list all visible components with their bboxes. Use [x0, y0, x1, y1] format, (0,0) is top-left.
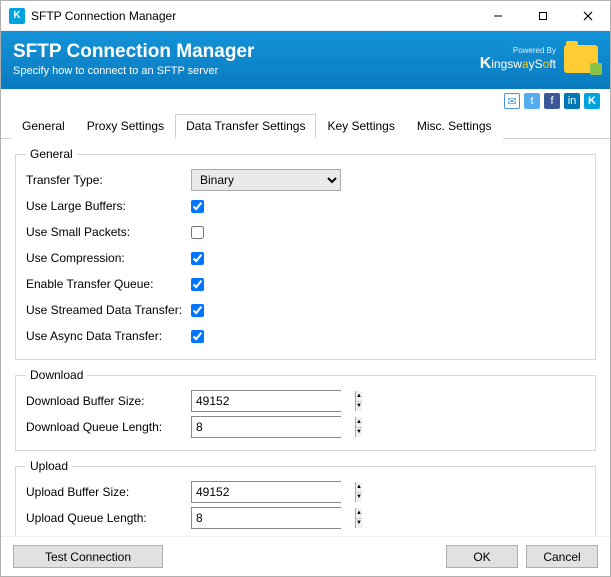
maximize-button[interactable]: [520, 1, 565, 31]
spin-down-icon[interactable]: ▼: [356, 428, 362, 438]
group-general: General Transfer Type: Binary Use Large …: [15, 147, 596, 360]
transfer-type-label: Transfer Type:: [26, 173, 191, 187]
tab-key-settings[interactable]: Key Settings: [316, 114, 405, 139]
group-download: Download Download Buffer Size: ▲▼ Downlo…: [15, 368, 596, 451]
upload-buffer-label: Upload Buffer Size:: [26, 485, 191, 499]
download-queue-input[interactable]: [192, 417, 355, 437]
group-upload-legend: Upload: [26, 459, 72, 473]
close-icon: [583, 11, 593, 21]
use-async-label: Use Async Data Transfer:: [26, 329, 191, 343]
twitter-icon[interactable]: t: [524, 93, 540, 109]
header-banner: SFTP Connection Manager Specify how to c…: [1, 31, 610, 89]
tab-proxy-settings[interactable]: Proxy Settings: [76, 114, 175, 139]
upload-buffer-stepper[interactable]: ▲▼: [191, 481, 341, 503]
tab-strip: General Proxy Settings Data Transfer Set…: [1, 113, 610, 139]
use-async-checkbox[interactable]: [191, 330, 204, 343]
tab-misc-settings[interactable]: Misc. Settings: [406, 114, 503, 139]
tab-data-transfer-settings[interactable]: Data Transfer Settings: [175, 114, 316, 139]
cancel-button[interactable]: Cancel: [526, 545, 598, 568]
linkedin-icon[interactable]: in: [564, 93, 580, 109]
transfer-type-select[interactable]: Binary: [191, 169, 341, 191]
dialog-window: K SFTP Connection Manager SFTP Connectio…: [0, 0, 611, 577]
use-streamed-checkbox[interactable]: [191, 304, 204, 317]
spin-up-icon[interactable]: ▲: [356, 417, 362, 428]
use-small-packets-checkbox[interactable]: [191, 226, 204, 239]
header-title: SFTP Connection Manager: [13, 41, 480, 63]
upload-queue-label: Upload Queue Length:: [26, 511, 191, 525]
download-buffer-stepper[interactable]: ▲▼: [191, 390, 341, 412]
enable-transfer-queue-checkbox[interactable]: [191, 278, 204, 291]
header-subtitle: Specify how to connect to an SFTP server: [13, 65, 480, 77]
kingswaysoft-icon[interactable]: K: [584, 93, 600, 109]
test-connection-button[interactable]: Test Connection: [13, 545, 163, 568]
close-button[interactable]: [565, 1, 610, 31]
group-general-legend: General: [26, 147, 77, 161]
group-upload: Upload Upload Buffer Size: ▲▼ Upload Que…: [15, 459, 596, 536]
upload-queue-input[interactable]: [192, 508, 355, 528]
use-streamed-label: Use Streamed Data Transfer:: [26, 303, 191, 317]
use-small-packets-label: Use Small Packets:: [26, 225, 191, 239]
maximize-icon: [538, 11, 548, 21]
spin-up-icon[interactable]: ▲: [356, 508, 362, 519]
app-icon: K: [9, 8, 25, 24]
group-download-legend: Download: [26, 368, 87, 382]
download-buffer-input[interactable]: [192, 391, 355, 411]
download-queue-stepper[interactable]: ▲▼: [191, 416, 341, 438]
tab-body: General Transfer Type: Binary Use Large …: [1, 139, 610, 536]
folder-lock-icon: [564, 45, 598, 73]
social-row: ✉ t f in K: [1, 89, 610, 111]
download-queue-label: Download Queue Length:: [26, 420, 191, 434]
use-large-buffers-label: Use Large Buffers:: [26, 199, 191, 213]
window-title: SFTP Connection Manager: [31, 9, 475, 23]
spin-down-icon[interactable]: ▼: [356, 402, 362, 412]
upload-buffer-input[interactable]: [192, 482, 355, 502]
tab-general[interactable]: General: [11, 114, 76, 139]
minimize-icon: [493, 11, 503, 21]
use-large-buffers-checkbox[interactable]: [191, 200, 204, 213]
minimize-button[interactable]: [475, 1, 520, 31]
kingswaysoft-logo: Powered By KingswaySoft: [480, 46, 556, 73]
titlebar: K SFTP Connection Manager: [1, 1, 610, 31]
upload-queue-stepper[interactable]: ▲▼: [191, 507, 341, 529]
spin-up-icon[interactable]: ▲: [356, 482, 362, 493]
ok-button[interactable]: OK: [446, 545, 518, 568]
powered-by-label: Powered By: [480, 46, 556, 55]
use-compression-checkbox[interactable]: [191, 252, 204, 265]
download-buffer-label: Download Buffer Size:: [26, 394, 191, 408]
email-icon[interactable]: ✉: [504, 93, 520, 109]
spin-up-icon[interactable]: ▲: [356, 391, 362, 402]
facebook-icon[interactable]: f: [544, 93, 560, 109]
use-compression-label: Use Compression:: [26, 251, 191, 265]
dialog-footer: Test Connection OK Cancel: [1, 536, 610, 576]
spin-down-icon[interactable]: ▼: [356, 493, 362, 503]
enable-transfer-queue-label: Enable Transfer Queue:: [26, 277, 191, 291]
spin-down-icon[interactable]: ▼: [356, 519, 362, 529]
